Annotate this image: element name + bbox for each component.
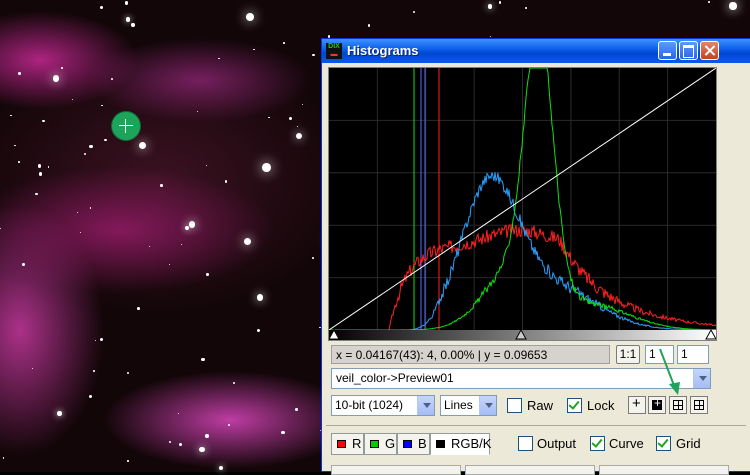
histograms-window: DIX ▬ Histograms x = 0.04167(43): 4, 0.00…	[321, 38, 750, 475]
lock-label: Lock	[587, 398, 615, 413]
horizontal-zoom-field[interactable]: 1	[645, 345, 674, 364]
close-button[interactable]	[700, 41, 719, 60]
bottom-panel	[599, 465, 729, 475]
output-checkbox[interactable]	[518, 436, 533, 451]
star	[205, 273, 209, 277]
star	[137, 307, 140, 310]
coarse-grid-icon[interactable]	[690, 396, 708, 414]
star	[232, 381, 236, 384]
resolution-selector[interactable]: 10-bit (1024)	[331, 395, 435, 416]
divider	[326, 425, 746, 426]
star	[38, 172, 42, 176]
bottom-panel	[465, 465, 595, 475]
star	[42, 119, 45, 123]
star	[99, 5, 103, 10]
star	[93, 370, 95, 373]
lock-checkbox[interactable]	[567, 398, 582, 413]
star	[138, 141, 146, 149]
star	[125, 17, 130, 22]
draw-mode-value: Lines	[444, 398, 473, 412]
star	[196, 110, 199, 112]
histogram-plot[interactable]	[328, 67, 717, 341]
vertical-zoom-field[interactable]: 1	[677, 345, 709, 364]
view-selector[interactable]: veil_color->Preview01	[331, 368, 711, 389]
tab-red-channel[interactable]: R	[331, 433, 364, 455]
star	[283, 42, 285, 44]
star	[218, 57, 220, 60]
rgbk-swatch-icon	[436, 440, 445, 448]
star	[14, 144, 16, 146]
tab-rgbk-channel[interactable]: RGB/K	[430, 433, 491, 455]
star	[227, 423, 230, 426]
draw-mode-selector[interactable]: Lines	[440, 395, 497, 416]
star	[729, 2, 737, 10]
zoom-in-icon[interactable]	[648, 396, 666, 414]
star	[487, 3, 493, 9]
star	[89, 145, 93, 149]
red-swatch-icon	[337, 440, 346, 448]
tab-green-channel[interactable]: G	[364, 433, 397, 455]
tab-blue-channel[interactable]: B	[397, 433, 430, 455]
star	[126, 460, 129, 462]
window-title: Histograms	[347, 43, 419, 58]
title-bar[interactable]: DIX ▬ Histograms	[322, 39, 750, 63]
blue-swatch-icon	[403, 440, 412, 448]
raw-checkbox[interactable]	[507, 398, 522, 413]
chevron-down-icon[interactable]	[479, 396, 496, 415]
view-selector-value: veil_color->Preview01	[336, 371, 454, 385]
star	[312, 53, 315, 57]
star	[179, 443, 182, 446]
green-swatch-icon	[370, 440, 379, 448]
star	[101, 104, 103, 106]
star	[257, 294, 264, 301]
histogram-canvas[interactable]	[329, 68, 716, 340]
crosshair-plus-icon[interactable]	[628, 395, 646, 414]
star	[60, 67, 63, 69]
minimize-button[interactable]	[658, 41, 677, 60]
raw-label: Raw	[527, 398, 554, 413]
star	[18, 72, 21, 75]
bottom-panel	[331, 465, 461, 475]
fine-grid-icon[interactable]	[669, 396, 687, 414]
star	[57, 411, 62, 416]
star	[205, 434, 209, 438]
maximize-button[interactable]	[679, 41, 698, 60]
zoom-1to1-button[interactable]: 1:1	[616, 345, 640, 364]
star	[35, 192, 39, 196]
cursor-readout: x = 0.04167(43): 4, 0.00% | y = 0.09653	[331, 345, 610, 364]
star	[198, 446, 205, 453]
star	[262, 163, 271, 173]
star	[88, 394, 92, 398]
grid-label: Grid	[676, 436, 701, 451]
star	[257, 328, 261, 332]
curve-label: Curve	[609, 436, 644, 451]
star	[124, 1, 129, 5]
star	[281, 430, 285, 435]
star	[131, 23, 135, 27]
app-icon: DIX ▬	[326, 43, 342, 59]
star	[707, 0, 710, 3]
chevron-down-icon[interactable]	[693, 369, 710, 388]
crosshair-marker-icon[interactable]	[111, 111, 141, 141]
star	[0, 227, 2, 229]
star	[368, 24, 371, 27]
star	[524, 6, 527, 9]
chevron-down-icon[interactable]	[417, 396, 434, 415]
star	[76, 211, 79, 213]
star	[160, 183, 164, 187]
star	[246, 12, 254, 21]
resolution-value: 10-bit (1024)	[335, 398, 404, 412]
curve-checkbox[interactable]	[590, 436, 605, 451]
star	[21, 263, 25, 266]
grid-checkbox[interactable]	[656, 436, 671, 451]
output-label: Output	[537, 436, 577, 451]
star	[312, 256, 315, 259]
star	[498, 1, 502, 4]
